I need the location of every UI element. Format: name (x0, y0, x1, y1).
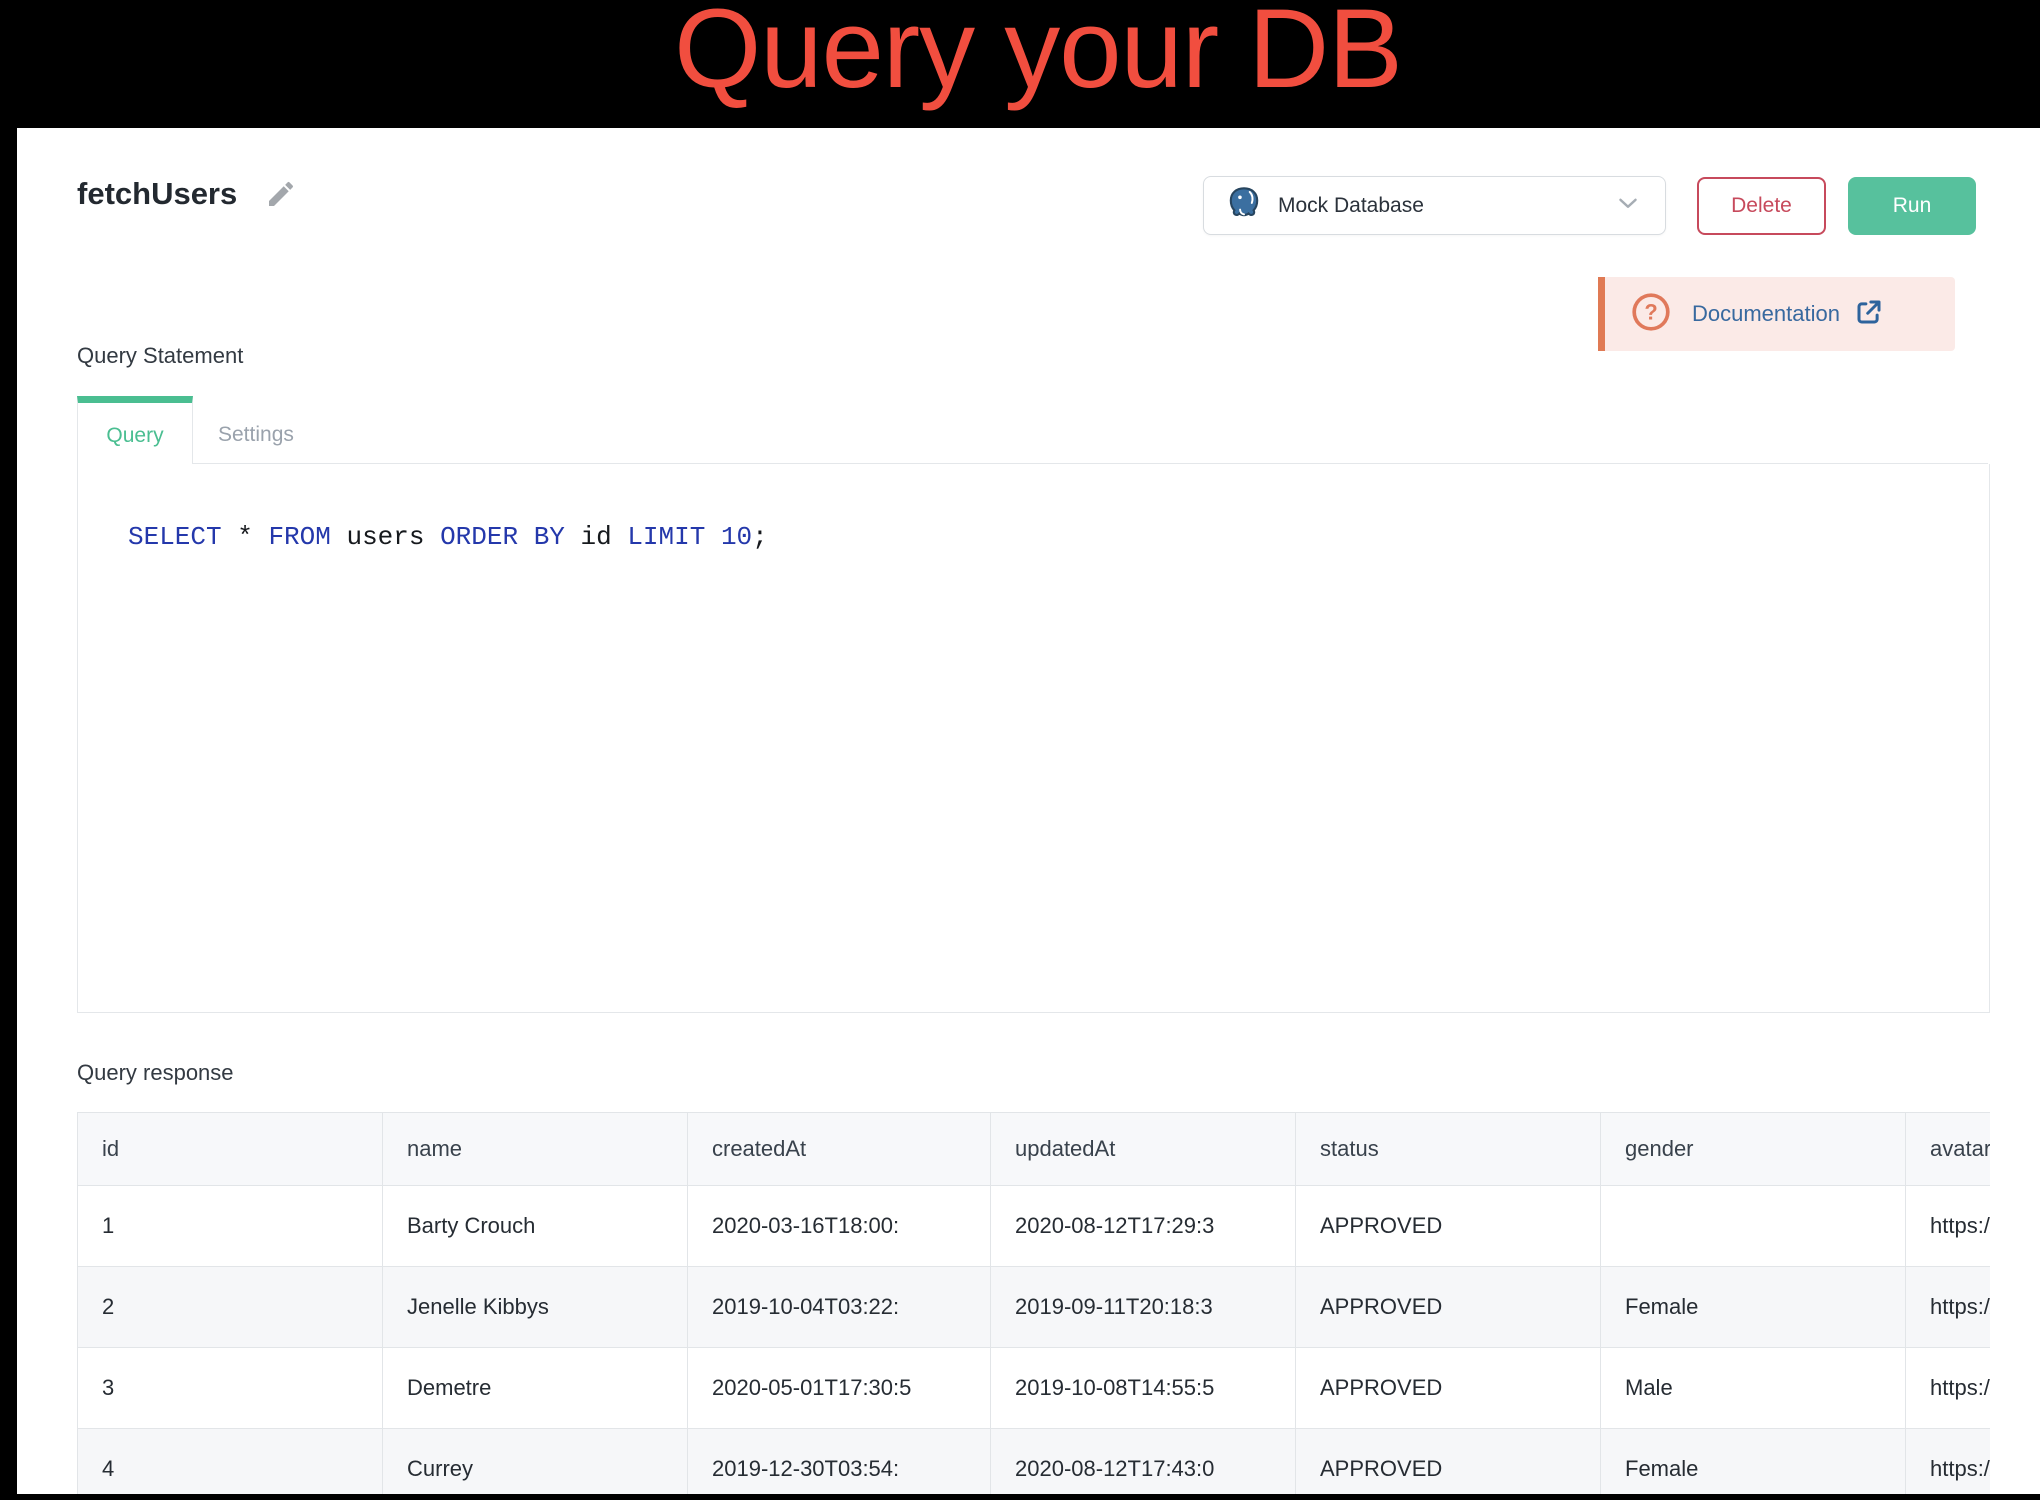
delete-button[interactable]: Delete (1697, 177, 1826, 235)
table-cell: https:// (1906, 1429, 1991, 1495)
run-button[interactable]: Run (1848, 177, 1976, 235)
sql-editor[interactable]: SELECT * FROM users ORDER BY id LIMIT 10… (77, 464, 1990, 1013)
column-header-id: id (78, 1113, 383, 1186)
svg-text:?: ? (1644, 299, 1657, 324)
sql-token: 10 (721, 522, 752, 552)
sql-code-line: SELECT * FROM users ORDER BY id LIMIT 10… (128, 522, 1989, 552)
sql-token: ; (752, 522, 768, 552)
tab-query[interactable]: Query (77, 396, 193, 464)
documentation-link[interactable]: ? Documentation (1598, 277, 1955, 351)
table-body: 1Barty Crouch2020-03-16T18:00:2020-08-12… (78, 1186, 1991, 1495)
tab-settings[interactable]: Settings (193, 396, 324, 463)
table-cell: 2020-08-12T17:43:0 (991, 1429, 1296, 1495)
external-link-icon (1854, 297, 1884, 332)
table-cell: APPROVED (1296, 1429, 1601, 1495)
tab-bar: Query Settings (77, 396, 1988, 464)
table-row: 2Jenelle Kibbys2019-10-04T03:22:2019-09-… (78, 1267, 1991, 1348)
table-row: 3Demetre2020-05-01T17:30:52019-10-08T14:… (78, 1348, 1991, 1429)
table-cell: 2019-12-30T03:54: (688, 1429, 991, 1495)
table-cell: APPROVED (1296, 1348, 1601, 1429)
table-cell: 3 (78, 1348, 383, 1429)
table-cell: APPROVED (1296, 1267, 1601, 1348)
sql-token: FROM (268, 522, 330, 552)
table-cell: Female (1601, 1429, 1906, 1495)
query-name-row: fetchUsers (77, 176, 297, 212)
edit-pencil-icon[interactable] (265, 178, 297, 210)
table-row: 4Currey2019-12-30T03:54:2020-08-12T17:43… (78, 1429, 1991, 1495)
documentation-label: Documentation (1692, 301, 1840, 327)
doc-accent-bar (1598, 277, 1605, 351)
table-cell: 2020-05-01T17:30:5 (688, 1348, 991, 1429)
table-cell: 2 (78, 1267, 383, 1348)
column-header-updatedAt: updatedAt (991, 1113, 1296, 1186)
database-select[interactable]: Mock Database (1203, 176, 1666, 235)
table-cell: 2019-10-08T14:55:5 (991, 1348, 1296, 1429)
column-header-name: name (383, 1113, 688, 1186)
table-cell: Female (1601, 1267, 1906, 1348)
query-name: fetchUsers (77, 176, 237, 212)
query-response-table-wrap: idnamecreatedAtupdatedAtstatusgenderavat… (77, 1112, 1990, 1494)
column-header-gender: gender (1601, 1113, 1906, 1186)
sql-token: * (222, 522, 269, 552)
sql-token (705, 522, 721, 552)
table-cell: Demetre (383, 1348, 688, 1429)
query-response-label: Query response (77, 1058, 1988, 1087)
table-cell: Currey (383, 1429, 688, 1495)
table-cell: 2019-09-11T20:18:3 (991, 1267, 1296, 1348)
table-cell (1601, 1186, 1906, 1267)
chevron-down-icon (1613, 188, 1643, 223)
sql-token: id (565, 522, 627, 552)
page-title: Query your DB (0, 0, 2040, 108)
table-cell: Jenelle Kibbys (383, 1267, 688, 1348)
postgresql-elephant-icon (1226, 185, 1262, 226)
column-header-avatar: avatar (1906, 1113, 1991, 1186)
table-row: 1Barty Crouch2020-03-16T18:00:2020-08-12… (78, 1186, 1991, 1267)
table-cell: https:// (1906, 1267, 1991, 1348)
table-header-row: idnamecreatedAtupdatedAtstatusgenderavat… (78, 1113, 1991, 1186)
table-cell: 4 (78, 1429, 383, 1495)
table-cell: 2019-10-04T03:22: (688, 1267, 991, 1348)
column-header-status: status (1296, 1113, 1601, 1186)
sql-token: SELECT (128, 522, 222, 552)
top-banner: Query your DB (0, 0, 2040, 128)
table-cell: 2020-08-12T17:29:3 (991, 1186, 1296, 1267)
table-cell: 1 (78, 1186, 383, 1267)
table-cell: Barty Crouch (383, 1186, 688, 1267)
query-response-table: idnamecreatedAtupdatedAtstatusgenderavat… (77, 1112, 1990, 1494)
table-cell: 2020-03-16T18:00: (688, 1186, 991, 1267)
table-cell: Male (1601, 1348, 1906, 1429)
app-panel: fetchUsers Mock Database (17, 128, 2040, 1494)
column-header-createdAt: createdAt (688, 1113, 991, 1186)
table-cell: https:// (1906, 1186, 1991, 1267)
table-cell: APPROVED (1296, 1186, 1601, 1267)
database-select-value: Mock Database (1278, 194, 1613, 218)
sql-token: LIMIT (627, 522, 705, 552)
question-circle-icon: ? (1630, 291, 1672, 338)
sql-token: users (331, 522, 440, 552)
header-controls: Mock Database Delete Run (1203, 176, 1976, 235)
table-cell: https:// (1906, 1348, 1991, 1429)
sql-token: ORDER BY (440, 522, 565, 552)
